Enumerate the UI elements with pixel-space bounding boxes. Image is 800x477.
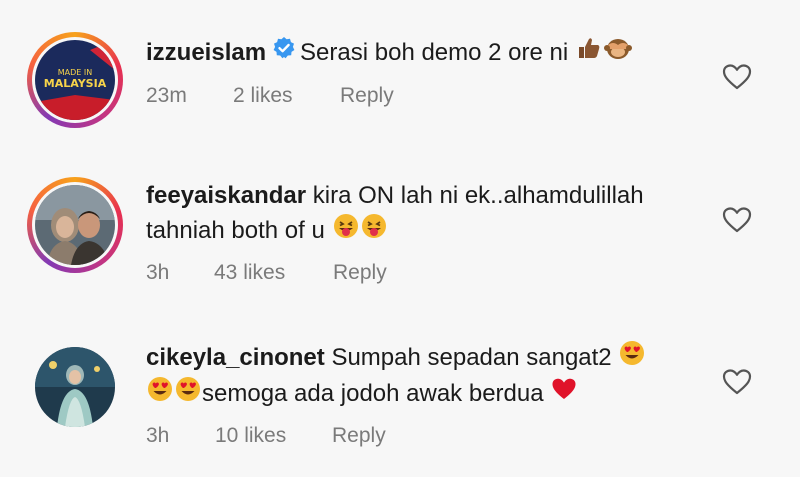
username[interactable]: feeyaiskandar [146,182,306,209]
comment-item: MADE IN MALAYSIA izzueislam Serasi boh de… [0,0,800,150]
comment-time: 3h [146,424,170,447]
avatar-text-mid: MALAYSIA [44,77,107,90]
like-heart-icon[interactable] [722,206,752,234]
comment-time: 3h [146,261,170,284]
reply-button[interactable]: Reply [340,83,394,109]
comment-meta: 3h 43 likes Reply [146,260,446,286]
reply-button[interactable]: Reply [332,423,386,449]
avatar[interactable] [27,177,123,273]
username[interactable]: izzueislam [146,39,266,66]
comment-text-line-2: semoga ada jodoh awak berdua [146,376,578,410]
comment-text-line: cikeyla_cinonet Sumpah sepadan sangat2 [146,340,646,374]
comment-text: Sumpah sepadan sangat2 [331,344,612,371]
like-heart-icon[interactable] [722,368,752,396]
likes-count[interactable]: 10 likes [215,423,286,449]
heart-eyes-face-icon [175,376,201,410]
see-no-evil-monkey-icon [603,35,632,69]
thumbs-up-icon [576,35,602,69]
likes-count[interactable]: 43 likes [214,260,285,286]
comment-text: kira ON lah ni ek..alhamdulillah [312,182,644,209]
comment-text-line: izzueislam Serasi boh demo 2 ore ni [146,35,633,69]
winking-tongue-face-icon [333,213,359,247]
verified-badge-icon [272,36,296,68]
comment-meta: 3h 10 likes Reply [146,423,446,449]
comment-item: cikeyla_cinonet Sumpah sepadan sangat2 s… [0,310,800,477]
like-heart-icon[interactable] [722,63,752,91]
comment-text-line-2: tahniah both of u [146,213,388,247]
comment-text-2: semoga ada jodoh awak berdua [202,380,544,407]
comment-time: 23m [146,84,187,107]
comment-text-line: feeyaiskandar kira ON lah ni ek..alhamdu… [146,181,644,211]
heart-eyes-face-icon [147,376,173,410]
avatar[interactable]: MADE IN MALAYSIA [27,32,123,128]
username[interactable]: cikeyla_cinonet [146,344,325,371]
comment-text: Serasi boh demo 2 ore ni [300,39,569,66]
reply-button[interactable]: Reply [333,260,387,286]
avatar-text-top: MADE IN [58,68,92,77]
avatar-image: MADE IN MALAYSIA [35,40,115,120]
comment-text-2: tahniah both of u [146,217,325,244]
red-heart-icon [551,377,577,409]
avatar[interactable] [35,347,115,427]
winking-tongue-face-icon [361,213,387,247]
heart-eyes-face-icon [619,340,645,374]
comment-item: feeyaiskandar kira ON lah ni ek..alhamdu… [0,150,800,310]
likes-count[interactable]: 2 likes [233,83,293,109]
avatar-image [35,185,115,265]
comment-meta: 23m 2 likes Reply [146,83,446,109]
